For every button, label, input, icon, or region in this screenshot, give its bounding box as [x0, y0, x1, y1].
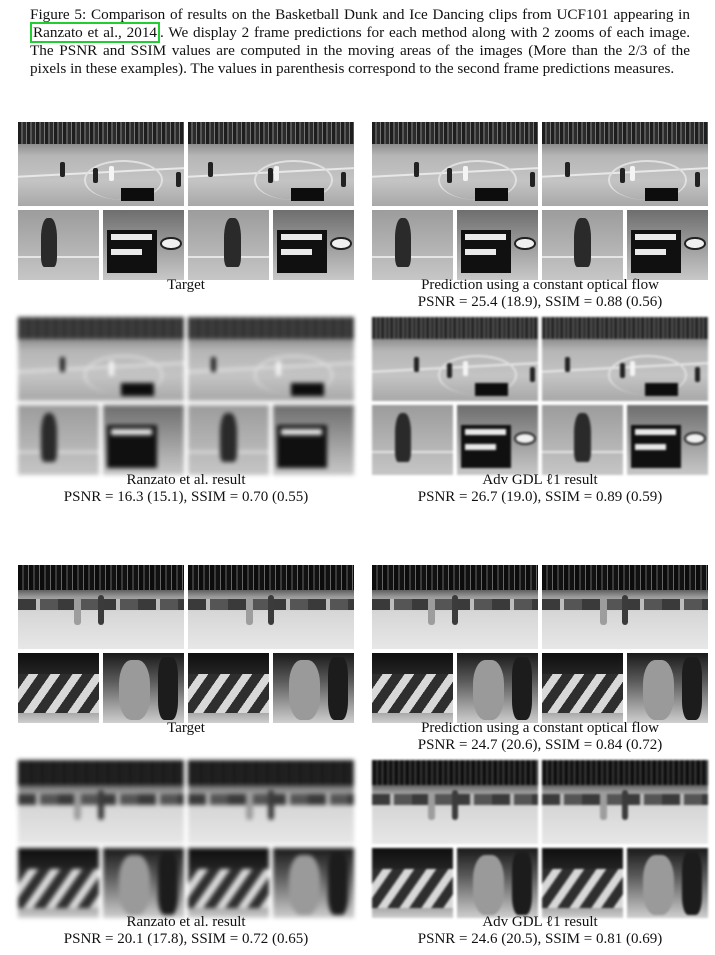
method-title: Target: [167, 720, 205, 736]
basketball-target-caption: Target: [18, 277, 354, 294]
frame-image: [188, 760, 354, 844]
figure-caption: Figure 5: Comparison of results on the B…: [30, 6, 690, 78]
basketball-advgdl-panel: [372, 317, 708, 475]
basketball-target-panel: [18, 122, 354, 280]
frame-image: [372, 122, 538, 206]
ice-target-caption: Target: [18, 720, 354, 737]
ice-flow-panel: [372, 565, 708, 723]
zoom-image: [627, 653, 708, 723]
zoom-image: [457, 405, 538, 475]
zoom-image: [627, 210, 708, 280]
metrics-text: PSNR = 24.6 (20.5), SSIM = 0.81 (0.69): [417, 931, 663, 947]
metrics-text: PSNR = 26.7 (19.0), SSIM = 0.89 (0.59): [417, 489, 663, 505]
method-title: Target: [167, 277, 205, 293]
method-title: Adv GDL ℓ1 result: [482, 472, 598, 488]
frame-image: [542, 565, 708, 649]
metrics-text: PSNR = 20.1 (17.8), SSIM = 0.72 (0.65): [63, 931, 309, 947]
zoom-image: [542, 210, 623, 280]
zoom-image: [542, 653, 623, 723]
frame-image: [18, 760, 184, 844]
zoom-image: [457, 848, 538, 918]
zoom-image: [103, 653, 184, 723]
zoom-image: [188, 848, 269, 918]
ice-advgdl-panel: [372, 760, 708, 918]
frame-image: [542, 122, 708, 206]
ice-advgdl-caption: Adv GDL ℓ1 result PSNR = 24.6 (20.5), SSI…: [372, 914, 708, 948]
basketball-ranzato-panel: [18, 317, 354, 475]
frame-image: [542, 760, 708, 844]
zoom-image: [372, 210, 453, 280]
basketball-flow-panel: [372, 122, 708, 280]
method-title: Prediction using a constant optical flow: [421, 720, 659, 736]
zoom-image: [18, 210, 99, 280]
metrics-text: PSNR = 16.3 (15.1), SSIM = 0.70 (0.55): [63, 489, 309, 505]
zoom-image: [457, 653, 538, 723]
method-title: Ranzato et al. result: [126, 472, 246, 488]
method-title: Ranzato et al. result: [126, 914, 246, 930]
zoom-image: [18, 405, 99, 475]
zoom-image: [103, 405, 184, 475]
frame-image: [372, 565, 538, 649]
zoom-image: [457, 210, 538, 280]
frame-image: [18, 122, 184, 206]
ice-flow-caption: Prediction using a constant optical flow…: [372, 720, 708, 754]
basketball-ranzato-caption: Ranzato et al. result PSNR = 16.3 (15.1),…: [18, 472, 354, 506]
zoom-image: [372, 405, 453, 475]
zoom-image: [273, 405, 354, 475]
zoom-image: [273, 653, 354, 723]
metrics-text: PSNR = 24.7 (20.6), SSIM = 0.84 (0.72): [417, 737, 663, 753]
ice-target-panel: [18, 565, 354, 723]
frame-image: [18, 565, 184, 649]
method-title: Prediction using a constant optical flow: [421, 277, 659, 293]
zoom-image: [542, 848, 623, 918]
frame-image: [188, 122, 354, 206]
metrics-text: PSNR = 25.4 (18.9), SSIM = 0.88 (0.56): [417, 294, 663, 310]
citation-link[interactable]: Ranzato et al., 2014: [30, 22, 161, 43]
frame-image: [372, 317, 538, 401]
zoom-image: [188, 405, 269, 475]
frame-image: [18, 317, 184, 401]
zoom-image: [542, 405, 623, 475]
basketball-advgdl-caption: Adv GDL ℓ1 result PSNR = 26.7 (19.0), SSI…: [372, 472, 708, 506]
zoom-image: [188, 653, 269, 723]
zoom-image: [188, 210, 269, 280]
zoom-image: [103, 210, 184, 280]
zoom-image: [273, 210, 354, 280]
basketball-flow-caption: Prediction using a constant optical flow…: [372, 277, 708, 311]
frame-image: [188, 317, 354, 401]
ice-ranzato-caption: Ranzato et al. result PSNR = 20.1 (17.8),…: [18, 914, 354, 948]
zoom-image: [627, 405, 708, 475]
frame-image: [542, 317, 708, 401]
zoom-image: [273, 848, 354, 918]
zoom-image: [627, 848, 708, 918]
frame-image: [372, 760, 538, 844]
method-title: Adv GDL ℓ1 result: [482, 914, 598, 930]
frame-image: [188, 565, 354, 649]
zoom-image: [18, 848, 99, 918]
zoom-image: [372, 848, 453, 918]
zoom-image: [372, 653, 453, 723]
zoom-image: [103, 848, 184, 918]
ice-ranzato-panel: [18, 760, 354, 918]
zoom-image: [18, 653, 99, 723]
caption-text: Figure 5: Comparison of results on the B…: [30, 6, 690, 23]
